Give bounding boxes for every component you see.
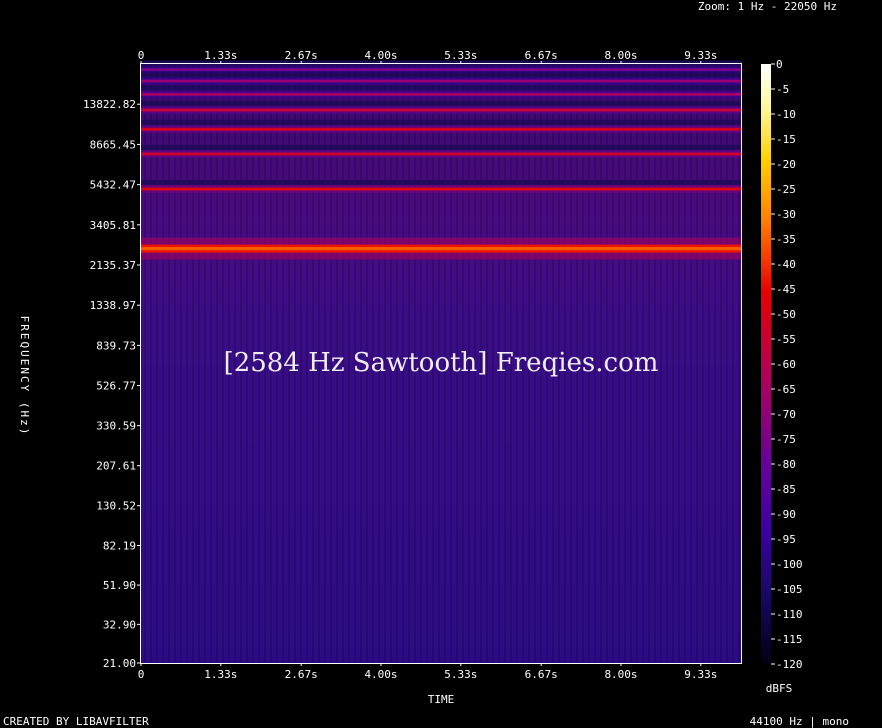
harmonic-band — [141, 179, 741, 193]
chart-title: [2584 Hz Sawtooth] Freqies.com — [224, 348, 659, 378]
y-tick-label: 51.90 — [103, 579, 136, 592]
colorbar-tick-label: -65 — [776, 383, 796, 396]
colorbar-tick-label: -85 — [776, 483, 796, 496]
colorbar-tick-label: -10 — [776, 108, 796, 121]
colorbar-tick-label: -105 — [776, 583, 803, 596]
x-tick-label-top: 5.33s — [444, 49, 477, 62]
harmonic-line — [141, 188, 741, 190]
colorbar-tick-label: -110 — [776, 608, 803, 621]
x-tick-label-top: 1.33s — [204, 49, 237, 62]
harmonic-gap — [141, 179, 741, 185]
x-tick-label-bottom: 9.33s — [684, 668, 717, 681]
colorbar-tick-label: -60 — [776, 358, 796, 371]
colorbar-tick-label: -50 — [776, 308, 796, 321]
x-axis-label: TIME — [428, 693, 455, 706]
harmonic-band — [141, 237, 741, 260]
harmonic-line — [141, 247, 741, 251]
harmonic-line — [141, 153, 741, 155]
colorbar-label: dBFS — [766, 682, 793, 695]
zoom-readout: Zoom: 1 Hz - 22050 Hz — [698, 0, 837, 13]
x-tick-label-top: 2.67s — [285, 49, 318, 62]
colorbar-tick-label: -25 — [776, 183, 796, 196]
colorbar-tick-label: -95 — [776, 533, 796, 546]
y-tick-label: 130.52 — [96, 500, 136, 513]
y-tick-label: 21.00 — [103, 657, 136, 670]
colorbar-tick-label: -45 — [776, 283, 796, 296]
x-tick-label-top: 9.33s — [684, 49, 717, 62]
harmonic-band — [141, 120, 741, 134]
harmonic-band — [141, 101, 741, 115]
harmonic-line — [141, 93, 741, 96]
colorbar-tick-label: -120 — [776, 658, 803, 671]
colorbar: 0 -5 -10 -15 -20 -25 -30 -35 -40 -45 -50 -55 -60 -65 -… — [761, 58, 803, 695]
footer-samplerate: 44100 Hz | mono — [750, 715, 849, 728]
y-tick-label: 13822.82 — [83, 98, 136, 111]
y-axis-left: 13822.82 8665.45 5432.47 3405.81 2135.37 1338… — [83, 98, 141, 670]
y-tick-label: 1338.97 — [90, 299, 136, 312]
harmonic-band — [141, 145, 741, 159]
y-tick-label: 32.90 — [103, 618, 136, 631]
x-tick-label-top: 0 — [138, 49, 145, 62]
x-tick-label-bottom: 8.00s — [604, 668, 637, 681]
y-tick-label: 526.77 — [96, 380, 136, 393]
harmonic-gap — [141, 145, 741, 151]
colorbar-ticks: 0 -5 -10 -15 -20 -25 -30 -35 -40 -45 -50 -55 -60 -65 -… — [771, 58, 803, 671]
y-axis-label: FREQUENCY (Hz) — [18, 316, 31, 437]
colorbar-tick-label: -35 — [776, 233, 796, 246]
colorbar-tick-label: -90 — [776, 508, 796, 521]
x-tick-label-bottom: 2.67s — [285, 668, 318, 681]
x-axis-bottom: 0 1.33s 2.67s 4.00s 5.33s 6.67s 8.00s 9.33s — [138, 663, 717, 681]
x-tick-label-bottom: 4.00s — [364, 668, 397, 681]
y-tick-label: 2135.37 — [90, 259, 136, 272]
colorbar-gradient — [761, 64, 771, 664]
footer-credit: CREATED BY LIBAVFILTER — [3, 715, 149, 728]
x-tick-label-bottom: 0 — [138, 668, 145, 681]
colorbar-tick-label: -15 — [776, 133, 796, 146]
harmonic-line — [141, 80, 741, 82]
harmonic-band — [141, 60, 741, 74]
colorbar-tick-label: 0 — [776, 58, 783, 71]
x-tick-label-bottom: 1.33s — [204, 668, 237, 681]
y-tick-label: 839.73 — [96, 339, 136, 352]
y-tick-label: 207.61 — [96, 460, 136, 473]
harmonic-line — [141, 128, 741, 130]
colorbar-tick-label: -100 — [776, 558, 803, 571]
x-tick-label-top: 6.67s — [525, 49, 558, 62]
y-tick-label: 3405.81 — [90, 219, 136, 232]
harmonic-gap — [141, 120, 741, 126]
harmonic-gap — [141, 85, 741, 91]
colorbar-tick-label: -75 — [776, 433, 796, 446]
harmonic-band — [141, 85, 741, 99]
y-tick-label: 330.59 — [96, 420, 136, 433]
x-tick-label-bottom: 6.67s — [525, 668, 558, 681]
spectrogram-figure: 0 1.33s 2.67s 4.00s 5.33s 6.67s 8.00s 9.33s 0 1.… — [3, 0, 849, 728]
y-tick-label: 82.19 — [103, 540, 136, 553]
colorbar-tick-label: -30 — [776, 208, 796, 221]
harmonic-line — [141, 109, 741, 111]
colorbar-tick-label: -20 — [776, 158, 796, 171]
x-tick-label-bottom: 5.33s — [444, 668, 477, 681]
colorbar-tick-label: -70 — [776, 408, 796, 421]
colorbar-tick-label: -5 — [776, 83, 789, 96]
harmonic-band — [141, 72, 741, 86]
colorbar-tick-label: -55 — [776, 333, 796, 346]
x-tick-label-top: 8.00s — [604, 49, 637, 62]
harmonic-line — [141, 68, 741, 71]
harmonic-gap — [141, 101, 741, 107]
colorbar-tick-label: -115 — [776, 633, 803, 646]
x-tick-label-top: 4.00s — [364, 49, 397, 62]
colorbar-tick-label: -80 — [776, 458, 796, 471]
y-tick-label: 5432.47 — [90, 179, 136, 192]
colorbar-tick-label: -40 — [776, 258, 796, 271]
y-tick-label: 8665.45 — [90, 138, 136, 151]
